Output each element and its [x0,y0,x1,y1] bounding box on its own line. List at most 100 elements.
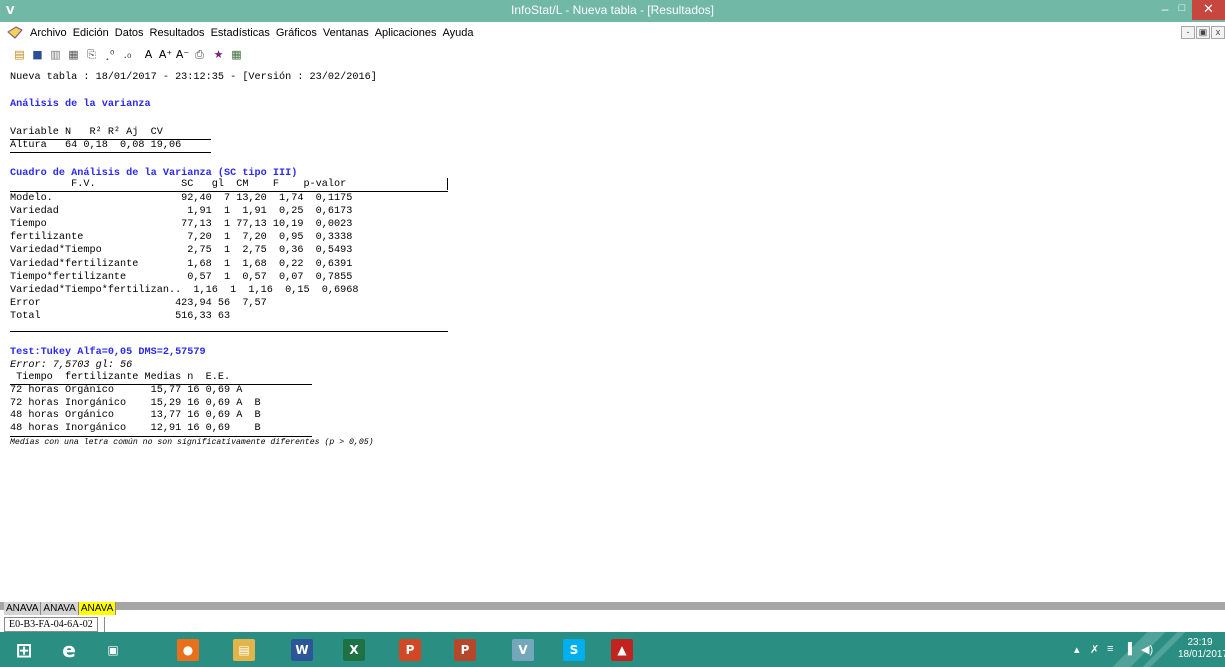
font-bold-icon[interactable]: A [141,48,156,62]
toolbar: ▤ ■ ▥ ▦ ⎘ ¸⁰ .₀ A A⁺ A⁻ ⎙ ★ ▦ [0,44,1225,66]
acrobat-icon[interactable]: ▲ [604,635,640,665]
tukey-row: 48 horas Orgánico 13,77 16 0,69 A B [10,410,261,422]
store-icon-glyph: ▣ [102,639,124,661]
cuadro-row: Total 516,33 63 [10,310,353,322]
results-tabs: ANAVA ANAVA ANAVA [0,602,117,616]
summary-bottom-rule [10,152,211,153]
cuadro-row: Tiempo 77,13 1 77,13 10,19 0,0023 [10,219,353,231]
word-icon[interactable]: W [284,635,320,665]
menu-item-ayuda[interactable]: Ayuda [442,27,473,39]
mark-icon[interactable]: ★ [211,48,226,62]
menu-item-graficos[interactable]: Gráficos [276,27,317,39]
infostat-icon-glyph: V [512,639,534,661]
powerpoint-icon[interactable]: P [392,635,428,665]
cuadro-row: Error 423,94 56 7,57 [10,297,353,309]
font-larger-icon[interactable]: A⁺ [158,48,173,62]
close-button[interactable]: ✕ [1192,0,1225,20]
windows-taskbar: ⊞ e ▣ ● ▤ W X P P V S ▲ [0,632,1225,667]
cuadro-row: Variedad*Tiempo*fertilizan.. 1,16 1 1,16… [10,284,359,296]
tukey-row: 72 horas Inorgánico 15,29 16 0,69 A B [10,397,261,409]
excel-icon-glyph: X [343,639,365,661]
summary-header: Variable N R² R² Aj CV [10,127,176,138]
file-name-field[interactable]: E0-B3-FA-04-6A-02 [4,617,98,632]
results-tab-anava[interactable]: ANAVA [41,602,79,615]
firefox-icon[interactable]: ● [170,635,206,665]
network-warning-icon[interactable]: ✗ [1090,643,1099,656]
decimal-decrease-icon[interactable]: .₀ [120,48,135,62]
cuadro-row: Variedad*fertilizante 1,68 1 1,68 0,22 0… [10,258,353,270]
results-tab-anava[interactable]: ANAVA [78,602,117,615]
copy-icon[interactable]: ⎘ [84,48,99,62]
show-hidden-icons-icon[interactable]: ▴ [1074,643,1080,656]
cuadro-row: Variedad 1,91 1 1,91 0,25 0,6173 [10,206,353,218]
cuadro-row: Tiempo*fertilizante 0,57 1 0,57 0,07 0,7… [10,271,353,283]
ie-icon-glyph: e [58,639,80,661]
file-row: E0-B3-FA-04-6A-02 [4,617,112,632]
firefox-icon-glyph: ● [177,639,199,661]
menu-item-estadisticas[interactable]: Estadísticas [211,27,270,39]
tukey-title: Test:Tukey Alfa=0,05 DMS=2,57579 [10,347,206,358]
project-icon[interactable]: P [447,635,483,665]
mdi-restore-button[interactable]: ▣ [1196,26,1210,39]
tukey-error: Error: 7,5703 gl: 56 [10,360,133,371]
anova-title: Análisis de la varianza [10,99,151,110]
word-icon-glyph: W [291,639,313,661]
ie-icon[interactable]: e [51,635,87,665]
menu-item-archivo[interactable]: Archivo [30,27,67,39]
maximize-button[interactable]: □ [1175,2,1189,18]
clock-date: 18/01/2017 [1178,649,1225,660]
menu-item-aplicaciones[interactable]: Aplicaciones [375,27,437,39]
project-icon-glyph: P [454,639,476,661]
menu-items: Archivo Edición Datos Resultados Estadística… [30,27,473,39]
excel-icon[interactable]: X [336,635,372,665]
menu-bar: Archivo Edición Datos Resultados Estadística… [0,22,1225,44]
minimize-button[interactable]: – [1155,2,1175,18]
infostat-icon[interactable]: V [505,635,541,665]
volume-icon[interactable]: ◀) [1141,643,1153,656]
menu-item-edicion[interactable]: Edición [73,27,109,39]
action-center-icon[interactable]: ≡ [1107,643,1113,655]
skype-icon[interactable]: S [556,635,592,665]
explorer-icon-glyph: ▤ [233,639,255,661]
menu-item-datos[interactable]: Datos [115,27,144,39]
taskbar-decor-stripe [1112,632,1166,667]
tukey-header: Tiempo fertilizante Medias n E.E. [10,372,267,383]
system-clock[interactable]: 23:19 18/01/2017 [1178,637,1225,661]
tukey-note: Medias con una letra común no son signif… [10,438,374,447]
mdi-window-controls: - ▣ x [1180,26,1225,39]
window-title: InfoStat/L - Nueva tabla - [Resultados] [511,3,714,17]
mdi-close-button[interactable]: x [1211,26,1225,39]
font-smaller-icon[interactable]: A⁻ [175,48,190,62]
open-icon[interactable]: ▤ [12,48,27,62]
print-icon[interactable]: ⎙ [192,48,207,62]
decimal-increase-icon[interactable]: ¸⁰ [102,48,117,62]
summary-row: Altura 64 0,18 0,08 19,06 [10,140,182,151]
infostat-logo-icon [7,26,23,39]
cuadro-row: fertilizante 7,20 1 7,20 0,95 0,3338 [10,232,353,244]
signal-icon[interactable]: ▐ [1124,643,1132,655]
cuadro-row: Modelo. 92,40 7 13,20 1,74 0,1175 [10,193,353,204]
tukey-row: 72 horas Orgánico 15,77 16 0,69 A [10,385,261,396]
title-bar: V InfoStat/L - Nueva tabla - [Resultados… [0,0,1225,22]
results-tab-strip [0,602,1225,610]
cuadro-header-rule [10,191,448,192]
cuadro-row: Variedad*Tiempo 2,75 1 2,75 0,36 0,5493 [10,245,353,257]
start-icon[interactable]: ⊞ [6,635,42,665]
save-icon[interactable]: ■ [30,48,45,62]
cuadro-header-vrule [447,178,448,190]
menu-item-ventanas[interactable]: Ventanas [323,27,369,39]
clock-time: 23:19 [1187,637,1213,648]
start-icon-glyph: ⊞ [13,639,35,661]
store-icon[interactable]: ▣ [95,635,131,665]
explorer-icon[interactable]: ▤ [226,635,262,665]
menu-item-resultados[interactable]: Resultados [150,27,205,39]
cuadro-bottom-rule [10,331,448,332]
powerpoint-icon-glyph: P [399,639,421,661]
file-extra-field[interactable] [103,617,112,632]
table-icon[interactable]: ▦ [229,48,244,62]
mdi-minimize-button[interactable]: - [1181,26,1195,39]
delete-icon[interactable]: ▦ [66,48,81,62]
results-tab-anava[interactable]: ANAVA [4,602,42,615]
acrobat-icon-glyph: ▲ [611,639,633,661]
new-icon[interactable]: ▥ [48,48,63,62]
